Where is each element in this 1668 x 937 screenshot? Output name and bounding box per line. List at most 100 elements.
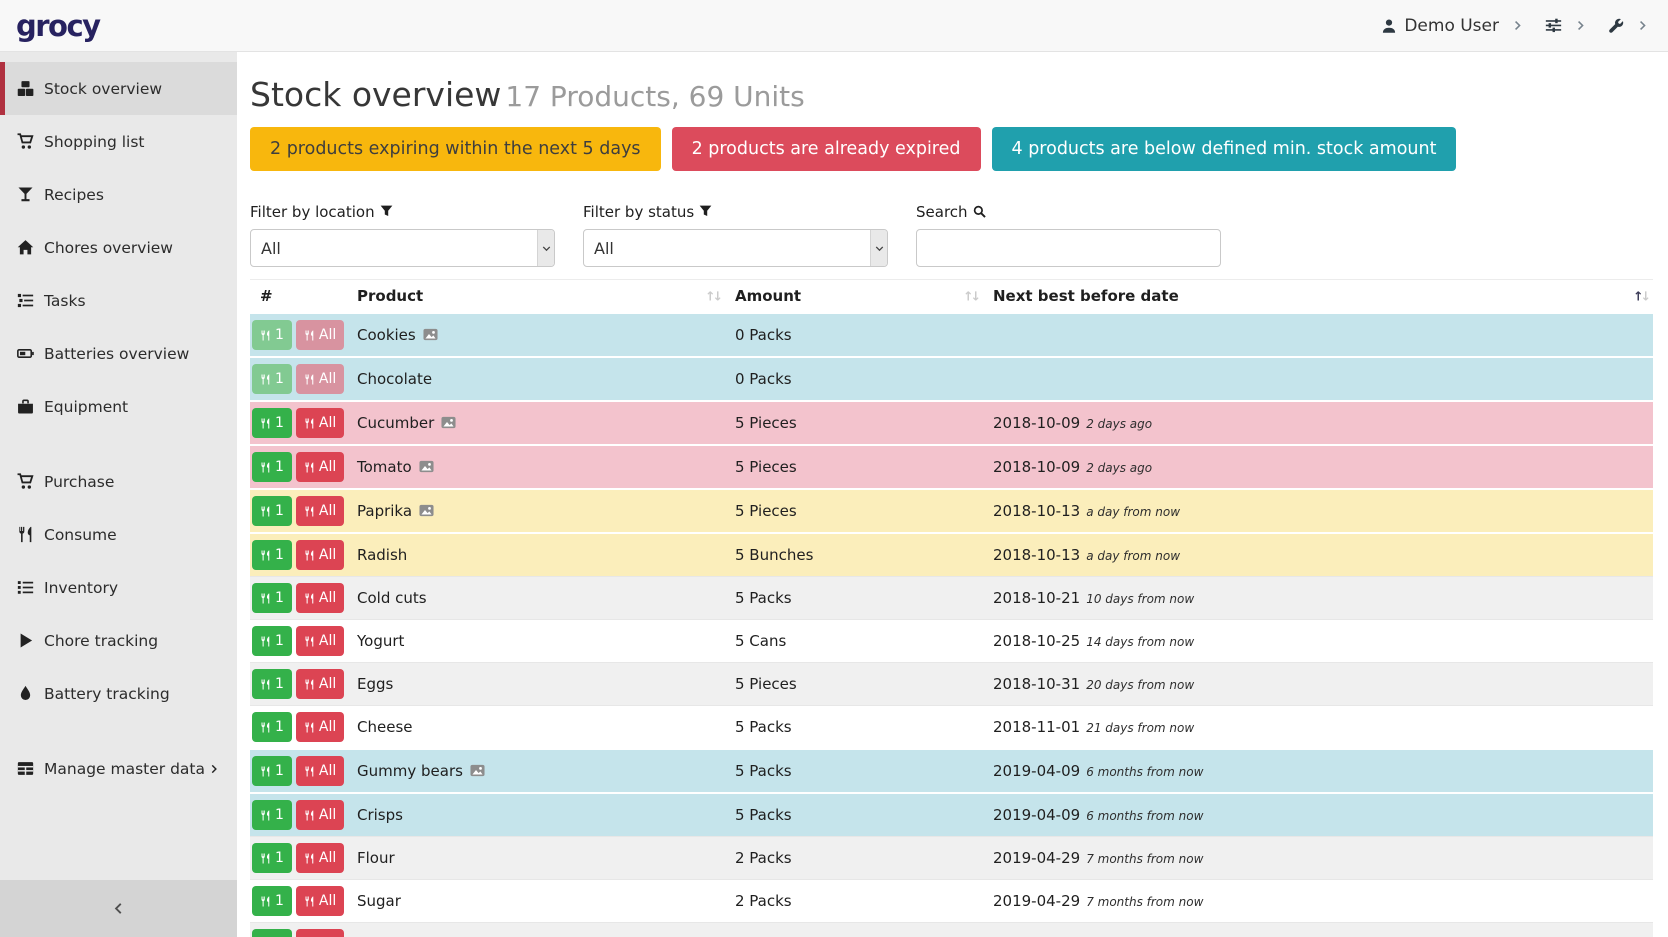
product-image-icon <box>419 503 434 518</box>
sidebar-item-purchase[interactable]: Purchase <box>0 455 237 508</box>
sidebar-item-stock-overview[interactable]: Stock overview <box>0 62 237 115</box>
wrench-icon <box>1608 18 1624 34</box>
product-name: Sugar <box>357 892 401 910</box>
amount-cell: 2 Packs <box>725 880 983 923</box>
product-image-icon <box>470 763 485 778</box>
page-heading: Stock overview17 Products, 69 Units <box>250 75 1653 114</box>
settings-menu[interactable] <box>1545 17 1586 34</box>
consume-one-button[interactable]: 1 <box>252 669 292 699</box>
consume-all-button[interactable]: All <box>296 320 344 350</box>
consume-all-button[interactable]: All <box>296 540 344 570</box>
consume-one-button[interactable]: 1 <box>252 496 292 526</box>
consume-all-button[interactable]: All <box>296 756 344 786</box>
expiring-alert-button[interactable]: 2 products expiring within the next 5 da… <box>250 127 661 171</box>
bbd-date: 2019-04-29 <box>993 892 1080 910</box>
status-select[interactable]: All <box>583 229 888 267</box>
admin-menu[interactable] <box>1608 18 1648 34</box>
amount-cell: 5 Pieces <box>725 445 983 489</box>
bbd-date: 2018-10-25 <box>993 632 1080 650</box>
bbd-date: 2018-10-13 <box>993 502 1080 520</box>
table-row: 1All Sugar 2 Packs 2019-04-29 7 months fr… <box>250 880 1653 923</box>
sidebar-group-spacer <box>0 720 237 742</box>
column-header-product[interactable]: Product↑↓ <box>347 280 725 314</box>
expired-alert-button[interactable]: 2 products are already expired <box>672 127 981 171</box>
sidebar-item-label: Inventory <box>44 579 118 597</box>
sidebar-item-battery-tracking[interactable]: Battery tracking <box>0 667 237 720</box>
consume-one-button[interactable]: 1 <box>252 712 292 742</box>
table-row: 1All Noodles 5 Packs 2020-06-022 years f… <box>250 923 1653 937</box>
consume-all-button[interactable]: All <box>296 843 344 873</box>
consume-all-button[interactable]: All <box>296 408 344 438</box>
location-filter-label: Filter by location <box>250 203 555 220</box>
consume-all-button[interactable]: All <box>296 669 344 699</box>
utensils-icon <box>260 853 271 864</box>
user-name: Demo User <box>1404 16 1499 36</box>
sidebar-item-manage-master-data[interactable]: Manage master data <box>0 742 237 795</box>
sidebar-item-inventory[interactable]: Inventory <box>0 561 237 614</box>
column-header-best-before[interactable]: Next best before date↑↓ <box>983 280 1653 314</box>
sidebar-item-batteries-overview[interactable]: Batteries overview <box>0 327 237 380</box>
sidebar: Stock overview Shopping list Recipes Cho… <box>0 52 237 937</box>
utensils-icon <box>260 679 271 690</box>
sidebar-item-equipment[interactable]: Equipment <box>0 380 237 433</box>
navbar-menus: Demo User <box>1359 16 1648 36</box>
consume-one-button[interactable]: 1 <box>252 756 292 786</box>
consume-one-button[interactable]: 1 <box>252 843 292 873</box>
user-menu[interactable]: Demo User <box>1381 16 1523 36</box>
consume-one-button[interactable]: 1 <box>252 540 292 570</box>
utensils-icon <box>260 722 271 733</box>
consume-one-button[interactable]: 1 <box>252 583 292 613</box>
app-logo[interactable]: grocy <box>16 9 100 43</box>
consume-all-button[interactable]: All <box>296 800 344 830</box>
consume-all-button[interactable]: All <box>296 712 344 742</box>
table-row: 1All Tomato 5 Pieces 2018-10-092 days ag… <box>250 445 1653 489</box>
consume-one-button[interactable]: 1 <box>252 408 292 438</box>
chevron-right-icon <box>1637 20 1648 31</box>
table-row: 1All Chocolate 0 Packs <box>250 357 1653 401</box>
sidebar-collapse-button[interactable] <box>0 880 237 937</box>
sidebar-item-chores-overview[interactable]: Chores overview <box>0 221 237 274</box>
consume-one-button[interactable]: 1 <box>252 800 292 830</box>
consume-one-button[interactable]: 1 <box>252 929 292 937</box>
consume-all-button[interactable]: All <box>296 929 344 937</box>
location-select[interactable]: All <box>250 229 555 267</box>
main-content: Stock overview17 Products, 69 Units 2 pr… <box>237 52 1668 937</box>
sort-icon[interactable]: ↑↓ <box>963 289 978 304</box>
product-name: Gummy bears <box>357 762 463 780</box>
utensils-icon <box>304 330 315 341</box>
bbd-date: 2019-04-09 <box>993 762 1080 780</box>
table-row: 1All Yogurt 5 Cans 2018-10-2514 days fro… <box>250 620 1653 663</box>
consume-one-button[interactable]: 1 <box>252 626 292 656</box>
below-min-stock-alert-button[interactable]: 4 products are below defined min. stock … <box>992 127 1457 171</box>
sidebar-item-shopping-list[interactable]: Shopping list <box>0 115 237 168</box>
consume-all-button[interactable]: All <box>296 886 344 916</box>
utensils-icon <box>304 636 315 647</box>
consume-one-button[interactable]: 1 <box>252 886 292 916</box>
table-row: 1All Crisps 5 Packs 2019-04-096 months f… <box>250 793 1653 837</box>
location-filter: Filter by location All <box>250 203 555 267</box>
sidebar-item-tasks[interactable]: Tasks <box>0 274 237 327</box>
bbd-relative: 20 days from now <box>1086 678 1194 692</box>
sidebar-item-label: Recipes <box>44 186 104 204</box>
consume-all-button[interactable]: All <box>296 452 344 482</box>
sort-icon[interactable]: ↑↓ <box>705 289 720 304</box>
product-name: Eggs <box>357 675 393 693</box>
bbd-relative: 7 months from now <box>1086 895 1203 909</box>
consume-all-button[interactable]: All <box>296 496 344 526</box>
sidebar-item-chore-tracking[interactable]: Chore tracking <box>0 614 237 667</box>
sidebar-item-recipes[interactable]: Recipes <box>0 168 237 221</box>
sidebar-item-consume[interactable]: Consume <box>0 508 237 561</box>
sort-icon[interactable]: ↑↓ <box>1633 289 1648 304</box>
search-input[interactable] <box>916 229 1221 267</box>
utensils-icon <box>260 766 271 777</box>
search-filter: Search <box>916 203 1221 267</box>
consume-one-button[interactable]: 1 <box>252 364 292 394</box>
consume-one-button[interactable]: 1 <box>252 452 292 482</box>
consume-all-button[interactable]: All <box>296 626 344 656</box>
utensils-icon <box>304 810 315 821</box>
bbd-relative: 2 days ago <box>1086 461 1152 475</box>
consume-one-button[interactable]: 1 <box>252 320 292 350</box>
consume-all-button[interactable]: All <box>296 364 344 394</box>
consume-all-button[interactable]: All <box>296 583 344 613</box>
column-header-amount[interactable]: Amount↑↓ <box>725 280 983 314</box>
